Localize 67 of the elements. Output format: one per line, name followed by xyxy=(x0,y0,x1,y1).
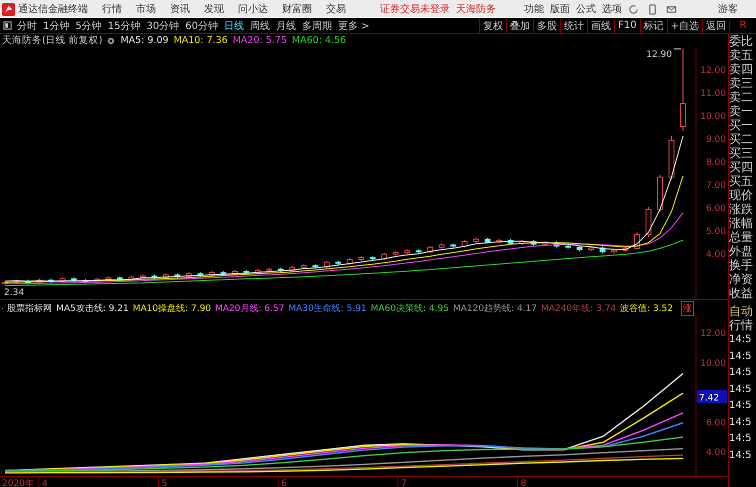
date-axis-label: 7 xyxy=(400,479,407,487)
quote-field-label: 现价 xyxy=(729,188,754,202)
trade-time: 14:5 xyxy=(729,350,752,364)
ma-legend: MA60: 4.56 xyxy=(292,35,346,46)
axis-label: 5.00 xyxy=(706,227,726,238)
indicator-legend: MA20月线: 6.57 xyxy=(215,302,284,314)
axis-label: 4.00 xyxy=(706,250,726,260)
quote-field-label: 卖三 xyxy=(729,76,754,90)
quote-field-label: 净资 xyxy=(729,272,754,286)
ma-legend: MA10: 7.36 xyxy=(174,35,228,46)
quote-field-label: 换手 xyxy=(729,258,754,272)
quote-field-label: 涨跌 xyxy=(729,202,754,216)
quote-field-label: 委比 xyxy=(729,34,754,48)
axis-label: 7.00 xyxy=(706,181,726,192)
trade-time: 14:5 xyxy=(729,382,752,396)
high-price-label: 12.90 xyxy=(646,50,672,60)
quote-field-label: 涨幅 xyxy=(729,216,754,230)
date-axis-label: 8 xyxy=(520,479,526,487)
quote-field-label: 买四 xyxy=(729,160,754,174)
trade-time: 14:5 xyxy=(729,399,752,413)
year-label: 2020年 xyxy=(2,479,34,487)
axis-label: 10.00 xyxy=(700,358,726,369)
quote-field-label: 总量 xyxy=(729,230,754,244)
trade-time: 14:5 xyxy=(729,416,752,430)
ma-legend: MA20: 5.75 xyxy=(232,35,287,46)
axis-label: 11.00 xyxy=(700,89,726,100)
quote-field-label: 买一 xyxy=(729,118,754,132)
chart-title: 天海防务(日线 前复权) xyxy=(2,34,102,47)
quote-field-label: 卖二 xyxy=(729,90,754,104)
quote-field-label: 卖五 xyxy=(729,48,754,62)
quote-field-label: 买三 xyxy=(729,146,754,160)
panel-header: R xyxy=(729,20,756,31)
axis-label: 4.00 xyxy=(706,448,726,458)
indicator-legend: MA240年线: 3.74 xyxy=(541,302,616,314)
axis-label: 10.00 xyxy=(700,112,726,122)
quote-label: 行情 xyxy=(729,318,754,332)
indicator-legend: MA5攻击线: 9.21 xyxy=(56,302,129,314)
quote-field-label: 卖四 xyxy=(729,62,754,76)
quote-field-label: 卖一 xyxy=(729,104,754,118)
axis-label: 6.00 xyxy=(706,204,726,214)
current-value-label: 7.42 xyxy=(699,394,720,404)
date-axis-label: 6 xyxy=(281,479,288,487)
trade-time: 14:5 xyxy=(729,333,752,347)
date-axis-label: 5 xyxy=(162,479,168,487)
up-badge: 涨 xyxy=(681,300,694,316)
axis-label: 8.00 xyxy=(706,158,726,168)
indicator-legend: MA10操盘线: 7.90 xyxy=(132,302,212,314)
app-name: 通达信金融终端 xyxy=(18,2,88,16)
stock-name: 天海防务 xyxy=(456,2,496,16)
indicator-legend: MA30生命线: 5.91 xyxy=(288,302,367,314)
axis-label: 12.00 xyxy=(700,66,726,76)
quote-field-label: 外盘 xyxy=(729,244,754,258)
axis-label: 6.00 xyxy=(706,418,726,428)
quote-field-label: 买二 xyxy=(729,132,754,146)
indicator-legend: 波谷值: 3.52 xyxy=(620,302,673,314)
trade-time: 14:5 xyxy=(729,366,752,380)
indicator-legend: MA60决策线: 4.95 xyxy=(370,302,449,314)
ma-legend: MA5: 9.09 xyxy=(120,35,169,46)
low-price-label: 2.34 xyxy=(4,288,24,298)
date-axis-label: 4 xyxy=(42,479,48,487)
axis-label: 12.00 xyxy=(700,328,726,339)
trade-time: 14:5 xyxy=(729,448,752,462)
quote-field-label: 买五 xyxy=(729,174,754,188)
quote-field-label: 收益 xyxy=(729,286,754,300)
trade-time: 14:5 xyxy=(729,432,752,446)
axis-label: 9.00 xyxy=(706,135,726,146)
indicator-legend: MA120趋势线: 4.17 xyxy=(452,302,538,314)
